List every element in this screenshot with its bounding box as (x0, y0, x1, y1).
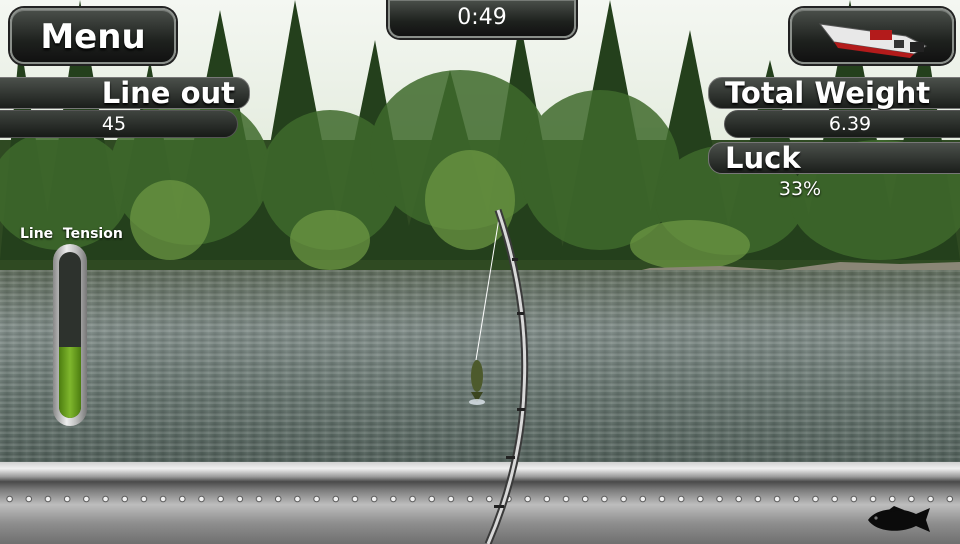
tension-meter-fill (59, 346, 81, 418)
line-out-label: Line out (101, 76, 235, 110)
boat-button[interactable] (790, 8, 954, 64)
hooked-fish-icon (469, 360, 485, 405)
total-weight-label-panel: Total Weight (708, 76, 960, 110)
bass-fish-icon[interactable] (864, 504, 936, 536)
boat-icon (818, 23, 927, 58)
menu-button-label: Menu (40, 17, 146, 57)
total-weight-label: Total Weight (725, 76, 931, 110)
total-weight-value: 6.39 (724, 110, 960, 138)
tension-meter-well (59, 252, 81, 418)
menu-button[interactable]: Menu (10, 8, 176, 64)
line-out-label-panel: Line out (0, 76, 250, 110)
timer-value: 0:49 (457, 5, 507, 30)
timer-display: 0:49 (388, 0, 576, 38)
luck-value: 33% (778, 178, 822, 200)
line-tension-label: Line Tension (20, 226, 123, 242)
line-tension-meter (53, 244, 87, 426)
luck-label: Luck (725, 141, 801, 175)
luck-label-panel: Luck (708, 141, 960, 175)
line-out-value: 45 (0, 110, 238, 138)
